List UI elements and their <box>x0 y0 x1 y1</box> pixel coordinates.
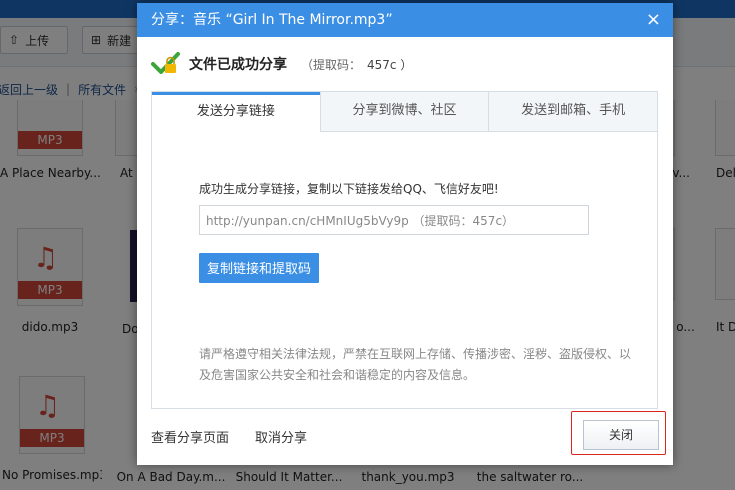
share-link-input[interactable] <box>199 205 589 235</box>
share-panel: 发送分享链接 分享到微博、社区 发送到邮箱、手机 成功生成分享链接，复制以下链接… <box>151 91 658 409</box>
close-button[interactable]: 关闭 <box>583 420 659 450</box>
share-dialog: 分享：音乐 “Girl In The Mirror.mp3” × 文件已成功分享… <box>137 3 673 465</box>
success-title: 文件已成功分享 <box>189 57 287 73</box>
close-icon[interactable]: × <box>646 3 661 37</box>
success-check-lock-icon <box>151 52 181 76</box>
extract-code-label: （提取码： <box>301 57 362 72</box>
view-share-page-link[interactable]: 查看分享页面 <box>151 427 229 446</box>
copy-link-button[interactable]: 复制链接和提取码 <box>199 253 319 283</box>
dialog-title: 分享：音乐 “Girl In The Mirror.mp3” <box>151 12 393 28</box>
share-success-row: 文件已成功分享 （提取码： 457c ） <box>151 51 412 77</box>
share-tabs: 发送分享链接 分享到微博、社区 发送到邮箱、手机 <box>152 92 658 132</box>
share-hint: 成功生成分享链接，复制以下链接发给QQ、飞信好友吧! <box>199 182 499 196</box>
cancel-share-link[interactable]: 取消分享 <box>255 427 307 446</box>
tab-weibo-community[interactable]: 分享到微博、社区 <box>319 92 489 132</box>
dialog-header: 分享：音乐 “Girl In The Mirror.mp3” × <box>137 3 673 37</box>
extract-code-value: 457c ） <box>367 57 413 72</box>
legal-notice: 请严格遵守相关法律法规，严禁在互联网上存储、传播涉密、淫秽、盗版侵权、以及危害国… <box>199 347 632 382</box>
tab-email-phone[interactable]: 发送到邮箱、手机 <box>488 92 658 132</box>
tab-send-link[interactable]: 发送分享链接 <box>152 92 320 132</box>
